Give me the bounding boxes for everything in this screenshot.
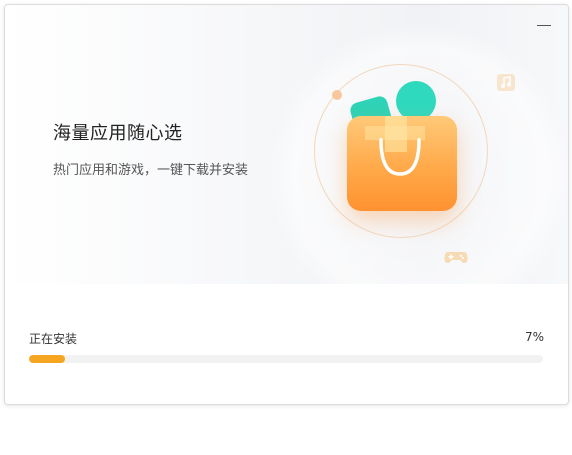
minimize-button[interactable] <box>534 15 554 35</box>
music-note-icon <box>497 74 515 91</box>
teal-circle-shape <box>396 81 436 121</box>
shopping-bag-icon <box>347 116 457 211</box>
progress-percent: 7% <box>524 330 544 344</box>
bag-smile-icon <box>379 138 421 176</box>
minimize-icon <box>537 25 551 26</box>
gamepad-icon <box>444 252 468 263</box>
progress-bar <box>29 355 543 363</box>
banner-headline: 海量应用随心选 <box>53 123 183 144</box>
install-status-label: 正在安装 <box>29 332 78 346</box>
banner-subline: 热门应用和游戏，一键下载并安装 <box>53 163 249 178</box>
promo-banner: 海量应用随心选 热门应用和游戏，一键下载并安装 <box>5 5 568 284</box>
installer-window: 海量应用随心选 热门应用和游戏，一键下载并安装 正在安装 7% <box>4 4 569 405</box>
progress-bar-fill <box>29 355 65 363</box>
decor-dot <box>332 90 342 100</box>
